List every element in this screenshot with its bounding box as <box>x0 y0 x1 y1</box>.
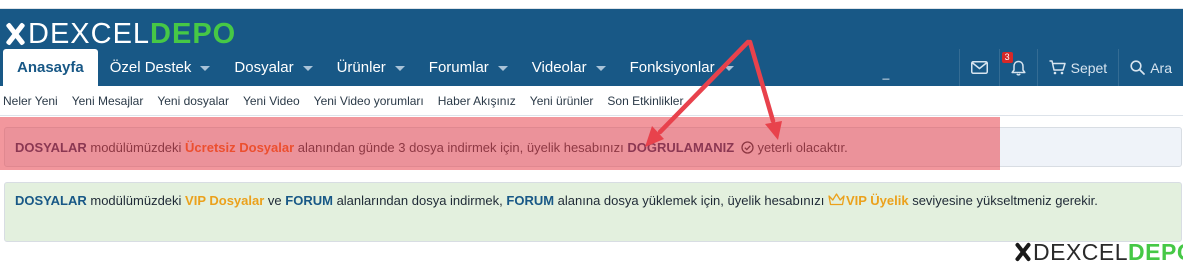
chevron-down-icon[interactable] <box>394 66 405 71</box>
search-icon <box>1130 60 1146 75</box>
notice-link-vip-membership[interactable]: VIP Üyelik <box>846 193 909 208</box>
verify-account-notice: DOSYALAR modülümüzdeki Ücretsiz Dosyalar… <box>4 127 1182 167</box>
sub-nav: Neler Yeni Yeni Mesajlar Yeni dosyalar Y… <box>0 86 1183 116</box>
search-button[interactable]: Ara <box>1118 49 1183 86</box>
chevron-down-icon[interactable] <box>302 66 313 71</box>
nav-tab-dosyalar[interactable]: Dosyalar <box>222 49 324 86</box>
notice-text-fragment: alanına dosya yüklemek için, üyelik hesa… <box>554 193 828 208</box>
nav-tab-label: Özel Destek <box>109 59 192 76</box>
notice-text: DOSYALAR modülümüzdeki Ücretsiz Dosyalar… <box>15 137 848 158</box>
notice-text-fragment: modülümüzdeki <box>86 139 186 155</box>
notice-link-verify[interactable]: DOĞRULAMANIZ <box>627 140 734 155</box>
nav-tab-label: Fonksiyonlar <box>629 59 715 76</box>
nav-tab-label: Forumlar <box>428 59 489 76</box>
watermark-accent-text: DEPO <box>1128 238 1183 265</box>
nav-search-input[interactable]: _ <box>883 49 959 86</box>
crown-icon <box>828 193 845 206</box>
top-strip <box>0 0 1183 9</box>
watermark-main-text: DEXCEL <box>1033 238 1129 265</box>
subnav-item-yeni-video[interactable]: Yeni Video <box>239 94 306 108</box>
watermark-logo: DEXCEL DEPO <box>1014 239 1183 265</box>
alerts-button[interactable]: 3 <box>998 49 1037 86</box>
subnav-item-yeni-video-yorumlari[interactable]: Yeni Video yorumları <box>310 94 430 108</box>
subnav-item-yeni-urunler[interactable]: Yeni ürünler <box>526 94 600 108</box>
notice-link-free-files[interactable]: Ücretsiz Dosyalar <box>185 140 294 155</box>
main-nav: Anasayfa Özel Destek Dosyalar Ürünler Fo… <box>3 49 746 86</box>
cart-icon <box>1049 60 1066 75</box>
notice-text: DOSYALAR modülümüzdeki VIP Dosyalar ve F… <box>15 193 1098 208</box>
notice-text-fragment: alanlarından dosya indirmek, <box>332 193 507 208</box>
notice-text-fragment: yeterli olacaktır. <box>753 139 848 155</box>
notice-text-fragment: alanından günde 3 dosya indirmek için, ü… <box>294 139 628 155</box>
alerts-count-badge: 3 <box>1001 52 1013 63</box>
cart-label: Sepet <box>1070 59 1108 76</box>
logo-x-icon <box>4 21 26 47</box>
subnav-item-yeni-dosyalar[interactable]: Yeni dosyalar <box>153 94 235 108</box>
notice-text-fragment: seviyesine yükseltmeniz gerekir. <box>908 193 1098 208</box>
chevron-down-icon[interactable] <box>723 66 734 71</box>
notice-keyword-dosyalar[interactable]: DOSYALAR <box>15 140 87 155</box>
notice-text-fragment: ve <box>264 193 286 208</box>
nav-tab-ozel-destek[interactable]: Özel Destek <box>98 49 223 86</box>
watermark-x-icon <box>1014 241 1032 263</box>
nav-tab-fonksiyonlar[interactable]: Fonksiyonlar <box>618 49 746 86</box>
inbox-button[interactable] <box>958 49 999 86</box>
nav-tab-label: Videolar <box>531 59 587 76</box>
nav-tab-label: Anasayfa <box>17 59 84 76</box>
nav-user-tools: _ 3 Sepet Ara <box>883 49 1183 86</box>
notice-link-vip-files[interactable]: VIP Dosyalar <box>185 193 264 208</box>
nav-tab-videolar[interactable]: Videolar <box>520 49 618 86</box>
notice-keyword-dosyalar[interactable]: DOSYALAR <box>15 193 87 208</box>
logo-main-text: DEXCEL <box>28 17 151 50</box>
cart-button[interactable]: Sepet <box>1036 49 1119 86</box>
nav-tab-forumlar[interactable]: Forumlar <box>417 49 520 86</box>
check-circle-icon <box>741 140 754 154</box>
bell-icon <box>1011 60 1026 76</box>
nav-tab-anasayfa[interactable]: Anasayfa <box>3 49 98 86</box>
subnav-item-yeni-mesajlar[interactable]: Yeni Mesajlar <box>68 94 150 108</box>
search-label: Ara <box>1150 59 1172 76</box>
chevron-down-icon[interactable] <box>497 66 508 71</box>
envelope-icon <box>970 61 988 74</box>
logo-accent-text: DEPO <box>150 17 237 50</box>
site-header: DEXCEL DEPO Anasayfa Özel Destek Dosyala… <box>0 9 1183 86</box>
notice-text-fragment: modülümüzdeki <box>86 193 186 208</box>
notice-link-forum-upload[interactable]: FORUM <box>506 193 554 208</box>
chevron-down-icon[interactable] <box>595 66 606 71</box>
chevron-down-icon[interactable] <box>200 66 211 71</box>
search-input-value: _ <box>882 66 890 80</box>
subnav-item-neler-yeni[interactable]: Neler Yeni <box>0 94 64 108</box>
notice-link-forum[interactable]: FORUM <box>285 193 333 208</box>
subnav-item-haber-akisiniz[interactable]: Haber Akışınız <box>434 94 522 108</box>
vip-upgrade-notice: DOSYALAR modülümüzdeki VIP Dosyalar ve F… <box>4 182 1182 242</box>
nav-tab-label: Dosyalar <box>234 59 294 76</box>
nav-tab-urunler[interactable]: Ürünler <box>325 49 417 86</box>
site-logo[interactable]: DEXCEL DEPO <box>4 15 236 53</box>
nav-tab-label: Ürünler <box>336 59 386 76</box>
subnav-item-son-etkinlikler[interactable]: Son Etkinlikler <box>603 94 689 108</box>
